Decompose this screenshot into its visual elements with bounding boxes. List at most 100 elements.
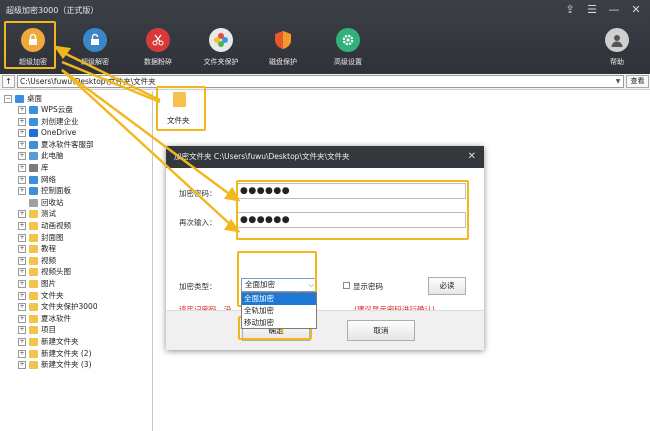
tree-item[interactable]: + 视频 (18, 255, 56, 267)
folder-icon (29, 326, 38, 335)
group-icon (29, 140, 38, 149)
show-password-label: 显示密码 (353, 282, 383, 291)
expand-icon[interactable]: + (18, 129, 26, 138)
tree-item[interactable]: + 此电脑 (18, 150, 64, 162)
tree-item[interactable]: + 新建文件夹 (3) (18, 359, 92, 371)
expand-icon[interactable]: + (18, 164, 26, 172)
expand-icon[interactable]: + (18, 152, 26, 161)
address-bar: ↑ C:\Users\fuwu\Desktop\文件夹\文件夹 ▼ 查看 (0, 74, 650, 90)
toolbar-settings-button[interactable]: 高级设置 (317, 28, 379, 74)
tree-item-label: 库 (41, 163, 49, 172)
toolbar-label: 数据粉碎 (144, 58, 172, 66)
collapse-icon[interactable]: − (4, 95, 12, 103)
tree-item[interactable]: + 文件夹 (18, 290, 64, 302)
tree-item[interactable]: + 项目 (18, 324, 56, 336)
expand-icon[interactable]: + (18, 117, 26, 126)
expand-icon[interactable]: + (18, 268, 26, 277)
expand-icon[interactable]: + (18, 326, 26, 335)
must-read-button[interactable]: 必读 (428, 277, 466, 295)
folder-icon (29, 303, 38, 312)
toolbar-label: 超级解密 (81, 58, 109, 66)
toolbar-label: 高级设置 (334, 58, 362, 66)
tree-item-label: 动画视频 (41, 221, 71, 230)
expand-icon[interactable]: + (18, 338, 26, 346)
tree-item-label: OneDrive (41, 128, 77, 138)
folder-icon (29, 338, 38, 346)
tree-item-label: 文件夹保护3000 (41, 302, 98, 312)
tree-item-label: 项目 (41, 325, 56, 335)
computer-icon (29, 152, 38, 161)
menu-icon[interactable]: ☰ (586, 3, 598, 17)
close-icon[interactable]: ✕ (468, 146, 476, 168)
expand-icon[interactable]: + (18, 106, 26, 114)
cloud-icon (29, 106, 38, 114)
tree-item-label: 新建文件夹 (41, 337, 79, 346)
up-button[interactable]: ↑ (2, 75, 15, 88)
desktop-icon (15, 95, 24, 103)
recycle-bin-icon (29, 198, 38, 207)
path-input[interactable]: C:\Users\fuwu\Desktop\文件夹\文件夹 ▼ (17, 75, 624, 88)
dropdown-option[interactable]: 移动加密 (242, 317, 316, 329)
toolbar-decrypt-button[interactable]: 超级解密 (64, 28, 126, 74)
close-icon[interactable]: ✕ (630, 3, 642, 17)
tree-item[interactable]: + 新建文件夹 (2) (18, 348, 92, 360)
tree-item[interactable]: + 文件夹保护3000 (18, 301, 98, 313)
tree-item[interactable]: +回收站 (18, 197, 64, 209)
tree-item[interactable]: + 刘创建企业 (18, 116, 79, 128)
tree-item-label: 回收站 (41, 197, 64, 207)
expand-icon[interactable]: + (18, 303, 26, 312)
chevron-down-icon[interactable]: ▼ (613, 76, 623, 87)
expand-icon[interactable]: + (18, 187, 26, 196)
tree-item[interactable]: + 动画视频 (18, 220, 71, 232)
dropdown-option[interactable]: 全轨加密 (242, 305, 316, 317)
expand-icon[interactable]: + (18, 233, 26, 242)
folder-icon (29, 280, 38, 288)
tree-item[interactable]: + 测试 (18, 208, 56, 220)
tree-item[interactable]: + 网络 (18, 174, 56, 186)
expand-icon[interactable]: + (18, 349, 26, 358)
tree-item[interactable]: + 夏冰软件 (18, 313, 71, 325)
expand-icon[interactable]: + (18, 140, 26, 149)
toolbar-shred-button[interactable]: 数据粉碎 (127, 28, 189, 74)
skin-icon[interactable]: ⇪ (564, 3, 576, 17)
tree-item[interactable]: + 图片 (18, 278, 56, 290)
dialog-title-text: 加密文件夹 C:\Users\fuwu\Desktop\文件夹\文件夹 (174, 152, 350, 161)
library-icon (29, 164, 38, 172)
expand-icon[interactable]: + (18, 314, 26, 323)
tree-item[interactable]: + 库 (18, 162, 49, 174)
cancel-button[interactable]: 取消 (347, 320, 415, 341)
toolbar-help-button[interactable]: 帮助 (586, 28, 648, 74)
highlight-folder (156, 86, 206, 131)
tree-item[interactable]: + 封面图 (18, 232, 64, 244)
expand-icon[interactable]: + (18, 245, 26, 254)
tree-item-label: WPS云盘 (41, 105, 73, 114)
toolbar-disk-protect-button[interactable]: 磁盘保护 (252, 28, 314, 74)
minimize-icon[interactable]: — (608, 3, 620, 17)
expand-icon[interactable]: + (18, 175, 26, 184)
shield-icon (271, 28, 295, 52)
encrypt-dialog: 加密文件夹 C:\Users\fuwu\Desktop\文件夹\文件夹 ✕ 加密… (166, 146, 484, 350)
tree-item[interactable]: + 教程 (18, 243, 56, 255)
scissors-icon (146, 28, 170, 52)
tree-item[interactable]: + OneDrive (18, 127, 76, 139)
folder-icon (29, 349, 38, 358)
toolbar-folder-protect-button[interactable]: 文件夹保护 (190, 28, 252, 74)
window-controls: ⇪ ☰ — ✕ (564, 3, 642, 17)
tree-item[interactable]: + 新建文件夹 (18, 336, 79, 348)
show-password-checkbox[interactable] (343, 282, 350, 289)
tree-item[interactable]: + 控制面板 (18, 185, 71, 197)
expand-icon[interactable]: + (18, 291, 26, 300)
tree-item-label: 图片 (41, 279, 56, 288)
expand-icon[interactable]: + (18, 361, 26, 370)
dropdown-option[interactable]: 全面加密 (242, 293, 316, 305)
app-header: 超级加密3000（正式版） ⇪ ☰ — ✕ 超级加密 超级解密 数据粉碎 文件夹… (0, 0, 650, 74)
folder-icon (29, 256, 38, 265)
expand-icon[interactable]: + (18, 280, 26, 288)
expand-icon[interactable]: + (18, 210, 26, 219)
expand-icon[interactable]: + (18, 256, 26, 265)
tree-item[interactable]: + 视频头图 (18, 266, 71, 278)
tree-item[interactable]: + 夏冰软件客服部 (18, 139, 94, 151)
tree-item[interactable]: + WPS云盘 (18, 104, 73, 116)
expand-icon[interactable]: + (18, 222, 26, 230)
view-button[interactable]: 查看 (626, 75, 649, 88)
